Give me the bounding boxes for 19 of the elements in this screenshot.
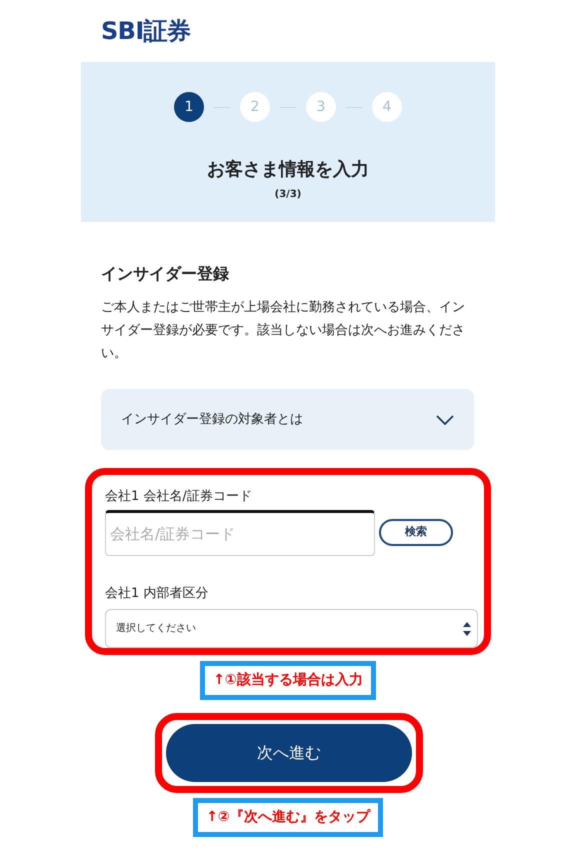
next-button[interactable]: 次へ進む bbox=[166, 724, 412, 782]
step-count: (3/3) bbox=[274, 188, 302, 202]
logo: SBI証券 bbox=[101, 16, 191, 47]
step-indicator: 2 bbox=[240, 92, 270, 122]
field-label: 会社1 内部者区分 bbox=[105, 584, 210, 602]
page-title: お客さま情報を入力 bbox=[207, 158, 369, 182]
annotation: ↑②『次へ進む』をタップ bbox=[193, 798, 383, 837]
select-field[interactable]: 選択してください bbox=[105, 609, 478, 648]
step-indicator: 4 bbox=[372, 92, 402, 122]
section-heading: インサイダー登録 bbox=[101, 263, 230, 285]
step-indicator: 1 bbox=[174, 92, 204, 122]
sort-icon bbox=[463, 622, 471, 636]
step-indicator: 3 bbox=[306, 92, 336, 122]
description: ご本人またはご世帯主が上場会社に勤務されている場合、インサイダー登録が必要です。該当しない場合は次へお進みください。 bbox=[101, 299, 466, 363]
input-field[interactable]: 会社名/証券コード bbox=[105, 510, 375, 556]
field-label: 会社1 会社名/証券コード bbox=[105, 488, 253, 506]
search-button[interactable]: 検索 bbox=[379, 519, 453, 546]
accordion[interactable]: インサイダー登録の対象者とは bbox=[101, 389, 474, 450]
annotation: ↑①該当する場合は入力 bbox=[200, 661, 376, 700]
